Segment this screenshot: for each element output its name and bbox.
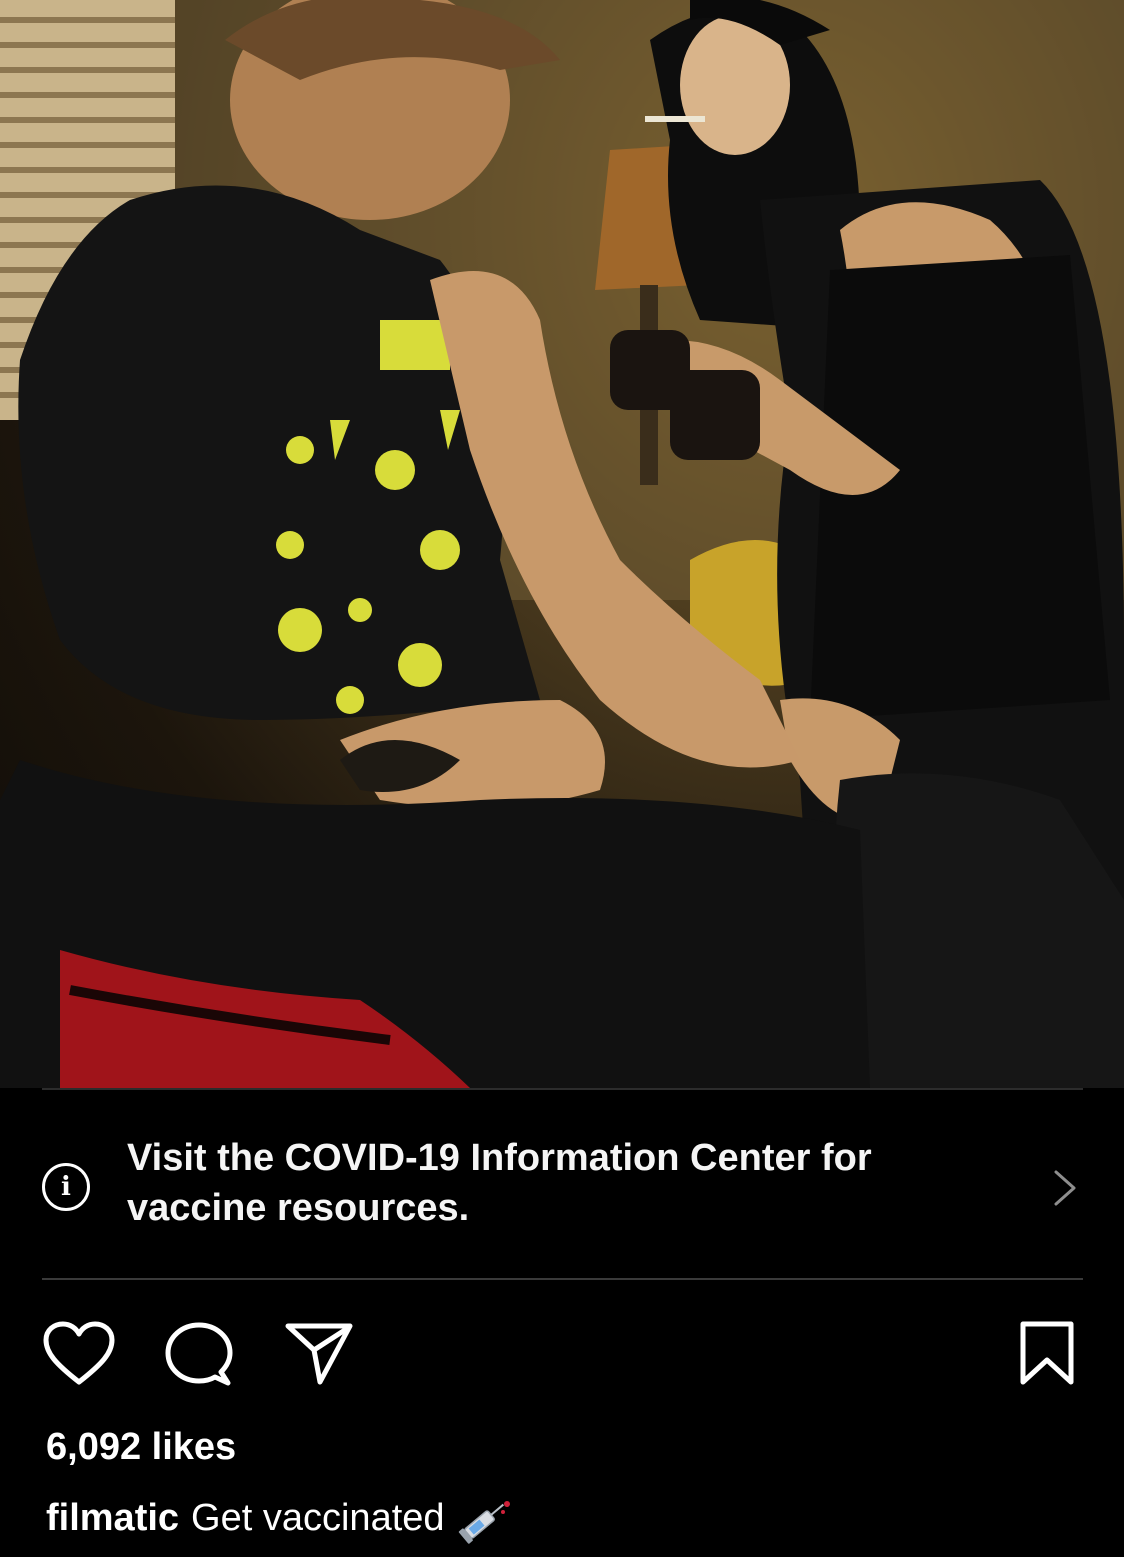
chevron-right-icon[interactable] [1050, 1168, 1080, 1208]
heart-icon[interactable] [42, 1320, 116, 1386]
bookmark-icon[interactable] [1017, 1320, 1077, 1386]
banner-divider-bottom [42, 1278, 1083, 1280]
info-icon: i [42, 1163, 90, 1211]
post-photo-illustration [0, 0, 1124, 1088]
caption-username[interactable]: filmatic [46, 1497, 179, 1539]
likes-count[interactable]: 6,092 likes [46, 1426, 236, 1469]
syringe-icon [458, 1501, 510, 1544]
comment-icon[interactable] [165, 1320, 233, 1388]
covid-info-text: Visit the COVID-19 Information Center fo… [127, 1137, 872, 1229]
post-photo[interactable] [0, 0, 1124, 1088]
caption-text: Get vaccinated [191, 1497, 445, 1540]
paper-plane-icon[interactable] [284, 1320, 354, 1386]
post-caption: filmatic Get vaccinated [46, 1496, 513, 1544]
